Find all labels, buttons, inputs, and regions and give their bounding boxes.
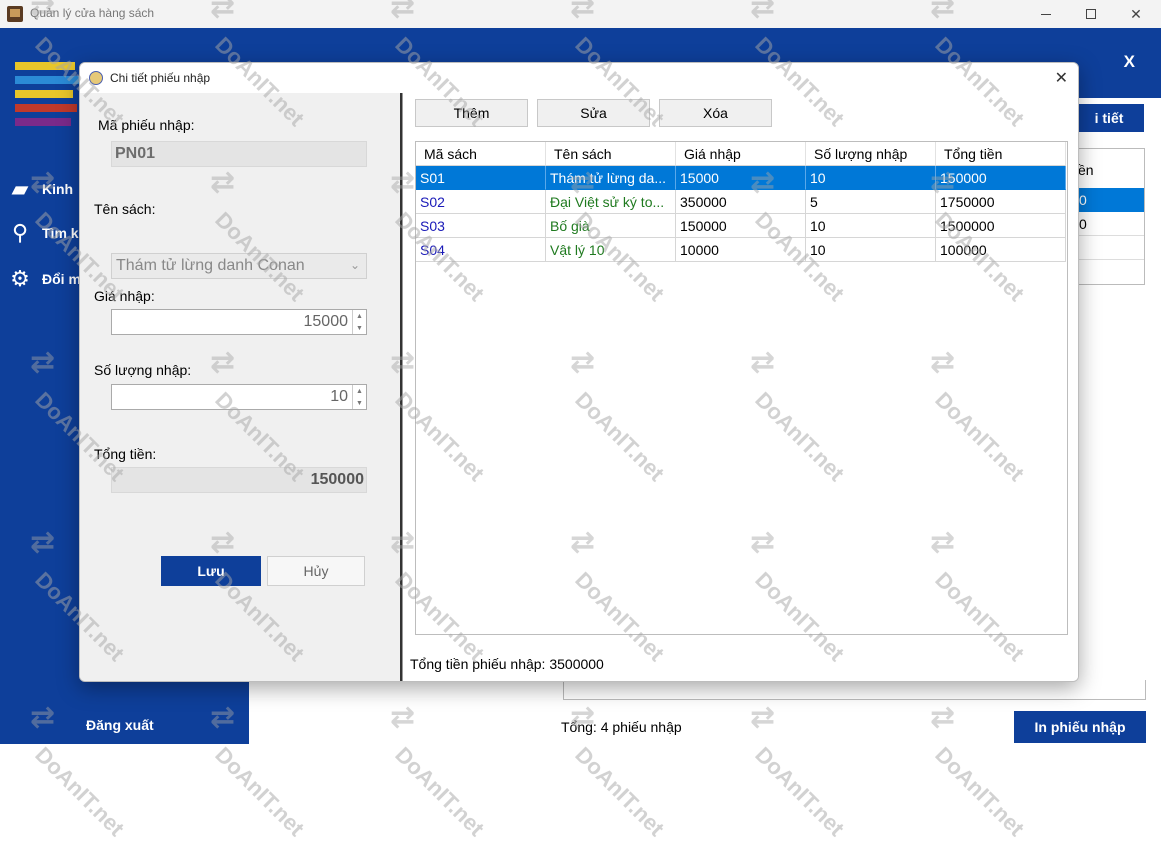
code-value: PN01 <box>115 145 156 162</box>
watermark-text: DoAnIT.net <box>570 742 670 841</box>
watermark-text: DoAnIT.net <box>390 742 490 841</box>
cell-book-code: S03 <box>416 214 546 238</box>
sidebar-item-label: Tìm k <box>42 225 79 241</box>
cell-total: 1500000 <box>936 214 1066 238</box>
grid-header: Mã sách Tên sách Giá nhập Số lượng nhập … <box>416 142 1066 166</box>
table-row[interactable]: S04 Vật lý 10 10000 10 100000 <box>416 238 1066 262</box>
app-icon <box>7 6 23 22</box>
watermark-text: DoAnIT.net <box>210 742 310 841</box>
dialog-icon <box>89 71 103 85</box>
watermark-text: DoAnIT.net <box>930 742 1030 841</box>
spin-arrows-icon[interactable]: ▲ ▼ <box>352 310 366 334</box>
column-header[interactable]: Mã sách <box>416 142 546 166</box>
cell-total: 1750000 <box>936 190 1066 214</box>
minimize-button[interactable] <box>1023 0 1069 28</box>
price-stepper[interactable]: 15000 ▲ ▼ <box>111 309 367 335</box>
price-value: 15000 <box>303 313 349 330</box>
cancel-button[interactable]: Hủy <box>267 556 365 586</box>
print-button[interactable]: In phiếu nhập <box>1014 711 1146 743</box>
sidebar-item-kinh[interactable]: ▰ Kinh <box>6 176 74 202</box>
cell-book-code: S01 <box>416 166 546 190</box>
background-row[interactable]: 0 <box>1069 212 1144 236</box>
briefcase-icon: ▰ <box>11 176 29 201</box>
book-select-value: Thám tử lừng danh Conan <box>116 257 305 274</box>
qty-label: Số lượng nhập: <box>94 362 192 378</box>
search-icon: ⚲ <box>11 220 29 245</box>
spin-arrows-icon[interactable]: ▲ ▼ <box>352 385 366 409</box>
cell-quantity: 10 <box>806 214 936 238</box>
grid-panel: Thêm Sửa Xóa Mã sách Tên sách Giá nhập S… <box>403 93 1078 681</box>
cell-price: 15000 <box>676 166 806 190</box>
detail-grid: Mã sách Tên sách Giá nhập Số lượng nhập … <box>415 141 1068 635</box>
background-row-selected[interactable]: 0 <box>1069 188 1144 212</box>
minimize-icon <box>1041 13 1051 15</box>
price-label: Giá nhập: <box>94 288 155 304</box>
cell-quantity: 10 <box>806 238 936 262</box>
receipt-total-label: Tổng tiền phiếu nhập: 3500000 <box>410 656 604 672</box>
quantity-stepper[interactable]: 10 ▲ ▼ <box>111 384 367 410</box>
cell-price: 150000 <box>676 214 806 238</box>
maximize-button[interactable] <box>1068 0 1114 28</box>
sidebar-item-search[interactable]: ⚲ Tìm k <box>6 220 79 246</box>
window-title: Quản lý cửa hàng sách <box>30 6 155 20</box>
book-select[interactable]: Thám tử lừng danh Conan ⌄ <box>111 253 367 279</box>
cell-book-name: Đại Việt sử ký to... <box>546 190 676 214</box>
cell-quantity: 10 <box>806 166 936 190</box>
book-label: Tên sách: <box>94 201 156 217</box>
table-row[interactable]: S01 Thám tử lừng da... 15000 10 150000 <box>416 166 1066 190</box>
cell-price: 350000 <box>676 190 806 214</box>
total-field: 150000 <box>111 467 367 493</box>
column-header[interactable]: Số lượng nhập <box>806 142 936 166</box>
chevron-down-icon: ⌄ <box>349 258 360 272</box>
cell-total: 150000 <box>936 166 1066 190</box>
cell-quantity: 5 <box>806 190 936 214</box>
total-label: Tổng tiền: <box>94 446 157 462</box>
header-close-button[interactable]: X <box>1124 52 1135 72</box>
code-field: PN01 <box>111 141 367 167</box>
cell-book-code: S02 <box>416 190 546 214</box>
logout-button[interactable]: Đăng xuất <box>86 717 154 733</box>
qty-value: 10 <box>330 388 348 405</box>
total-count-label: Tổng: 4 phiếu nhập <box>561 719 682 735</box>
cell-book-name: Thám tử lừng da... <box>546 166 676 190</box>
background-row[interactable] <box>1069 236 1144 260</box>
window-titlebar: Quản lý cửa hàng sách ✕ <box>0 0 1161 28</box>
dialog-titlebar: Chi tiết phiếu nhập ✕ <box>80 63 1078 93</box>
dialog-close-button[interactable]: ✕ <box>1055 68 1068 88</box>
watermark-text: DoAnIT.net <box>30 742 130 841</box>
cell-book-name: Bố già <box>546 214 676 238</box>
sidebar-item-label: Kinh <box>42 181 74 197</box>
maximize-icon <box>1086 9 1096 19</box>
form-panel: Mã phiếu nhập: PN01 Tên sách: Thám tử lừ… <box>80 93 400 681</box>
app-logo <box>15 62 79 134</box>
column-header[interactable]: Tên sách <box>546 142 676 166</box>
background-panel <box>563 680 1146 700</box>
detail-dialog: Chi tiết phiếu nhập ✕ Mã phiếu nhập: PN0… <box>79 62 1079 682</box>
edit-button[interactable]: Sửa <box>537 99 650 127</box>
cell-total: 100000 <box>936 238 1066 262</box>
sidebar-item-settings[interactable]: ⚙ Đổi m <box>6 266 81 292</box>
cell-book-name: Vật lý 10 <box>546 238 676 262</box>
add-button[interactable]: Thêm <box>415 99 528 127</box>
total-value: 150000 <box>310 471 364 488</box>
table-row[interactable]: S02 Đại Việt sử ký to... 350000 5 175000… <box>416 190 1066 214</box>
table-row[interactable]: S03 Bố già 150000 10 1500000 <box>416 214 1066 238</box>
gear-icon: ⚙ <box>10 266 30 291</box>
close-icon: ✕ <box>1130 5 1142 22</box>
window-close-button[interactable]: ✕ <box>1113 0 1159 28</box>
background-column-header: ền <box>1078 162 1094 178</box>
column-header[interactable]: Tổng tiền <box>936 142 1066 166</box>
column-header[interactable]: Giá nhập <box>676 142 806 166</box>
code-label: Mã phiếu nhập: <box>98 117 195 133</box>
cell-book-code: S04 <box>416 238 546 262</box>
dialog-title: Chi tiết phiếu nhập <box>110 71 211 85</box>
save-button[interactable]: Lưu <box>161 556 261 586</box>
sidebar-item-label: Đổi m <box>42 271 81 287</box>
delete-button[interactable]: Xóa <box>659 99 772 127</box>
watermark-text: DoAnIT.net <box>750 742 850 841</box>
cell-price: 10000 <box>676 238 806 262</box>
